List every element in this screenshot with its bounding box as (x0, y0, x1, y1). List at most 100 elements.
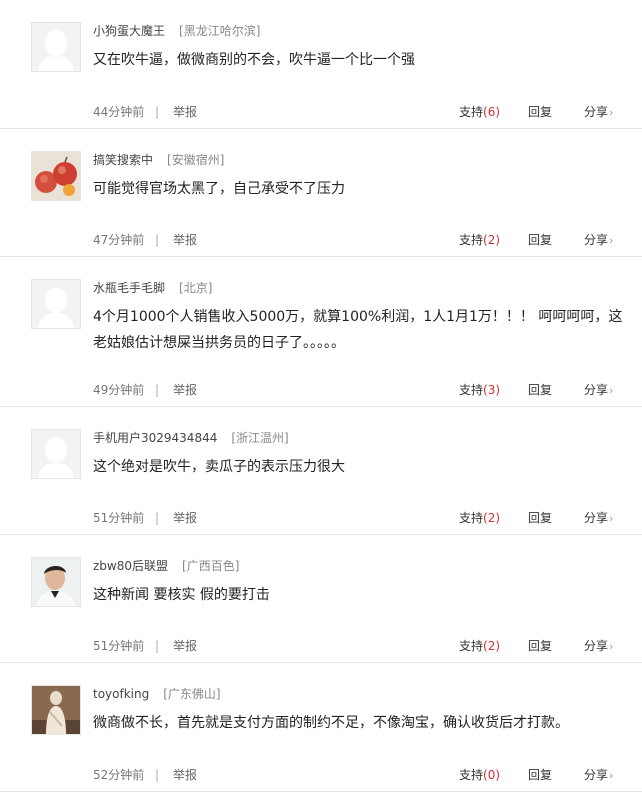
share-label: 分享 (584, 233, 609, 247)
comment-text: 可能觉得官场太黑了，自己承受不了压力 (93, 181, 345, 197)
comment-footer: 44分钟前 | 举报 支持(6) 回复 分享› (93, 104, 616, 120)
comment-time: 47分钟前 (93, 233, 145, 247)
share-label: 分享 (584, 639, 609, 653)
support-count: (2) (483, 511, 501, 525)
user-location: [安徽宿州] (167, 153, 225, 167)
support-button[interactable]: 支持(2) (459, 510, 500, 526)
support-button[interactable]: 支持(0) (459, 767, 500, 783)
support-label: 支持 (459, 105, 484, 119)
comment-item: 手机用户3029434844 [浙江温州] 这个绝对是吹牛，卖瓜子的表示压力很大 … (0, 407, 642, 535)
reply-button[interactable]: 回复 (528, 510, 552, 526)
support-label: 支持 (459, 383, 484, 397)
comment-meta: 搞笑搜索中 [安徽宿州] (93, 152, 224, 168)
username[interactable]: 手机用户3029434844 (93, 431, 217, 445)
default-avatar-icon[interactable] (31, 429, 81, 479)
share-button[interactable]: 分享› (584, 382, 613, 399)
chevron-right-icon: › (609, 512, 614, 525)
separator: | (155, 233, 160, 247)
support-count: (2) (483, 639, 501, 653)
comment-item: 搞笑搜索中 [安徽宿州] 可能觉得官场太黑了，自己承受不了压力 47分钟前 | 举… (0, 129, 642, 257)
chevron-right-icon: › (609, 384, 614, 397)
report-link[interactable]: 举报 (173, 638, 197, 654)
support-count: (6) (483, 105, 501, 119)
comment-time: 49分钟前 (93, 383, 145, 397)
user-location: [浙江温州] (231, 431, 289, 445)
support-count: (0) (483, 768, 501, 782)
chevron-right-icon: › (609, 640, 614, 653)
chevron-right-icon: › (609, 106, 614, 119)
report-link[interactable]: 举报 (173, 510, 197, 526)
comment-meta: toyofking [广东佛山] (93, 686, 221, 702)
report-link[interactable]: 举报 (173, 104, 197, 120)
share-label: 分享 (584, 105, 609, 119)
comment-item: 小狗蛋大魔王 [黑龙江哈尔滨] 又在吹牛逼，做微商别的不会，吹牛逼一个比一个强 4… (0, 0, 642, 129)
support-button[interactable]: 支持(2) (459, 638, 500, 654)
comment-footer: 51分钟前 | 举报 支持(2) 回复 分享› (93, 638, 616, 654)
apples-avatar[interactable] (31, 151, 81, 201)
comment-item: 水瓶毛手毛脚 [北京] 4个月1000个人销售收入5000万，就算100%利润，1… (0, 257, 642, 407)
share-button[interactable]: 分享› (584, 104, 613, 121)
comment-text: 4个月1000个人销售收入5000万，就算100%利润，1人1月1万！！！ 呵呵… (93, 309, 623, 351)
share-label: 分享 (584, 768, 609, 782)
reply-button[interactable]: 回复 (528, 638, 552, 654)
chevron-right-icon: › (609, 234, 614, 247)
comment-time: 44分钟前 (93, 105, 145, 119)
comment-text: 这个绝对是吹牛，卖瓜子的表示压力很大 (93, 459, 345, 475)
statue-avatar[interactable] (31, 685, 81, 735)
comment-text: 这种新闻 要核实 假的要打击 (93, 587, 270, 603)
comment-meta: zbw80后联盟 [广西百色] (93, 558, 239, 574)
share-button[interactable]: 分享› (584, 510, 613, 527)
support-count: (3) (483, 383, 501, 397)
reply-button[interactable]: 回复 (528, 104, 552, 120)
comment-time: 51分钟前 (93, 639, 145, 653)
separator: | (155, 105, 160, 119)
support-button[interactable]: 支持(2) (459, 232, 500, 248)
username[interactable]: 搞笑搜索中 (93, 153, 153, 167)
support-label: 支持 (459, 768, 484, 782)
support-label: 支持 (459, 639, 484, 653)
share-button[interactable]: 分享› (584, 638, 613, 655)
report-link[interactable]: 举报 (173, 382, 197, 398)
comment-item: toyofking [广东佛山] 微商做不长，首先就是支付方面的制约不足，不像淘宝… (0, 663, 642, 792)
share-label: 分享 (584, 383, 609, 397)
share-label: 分享 (584, 511, 609, 525)
comment-footer: 51分钟前 | 举报 支持(2) 回复 分享› (93, 510, 616, 526)
report-link[interactable]: 举报 (173, 232, 197, 248)
chevron-right-icon: › (609, 769, 614, 782)
user-location: [广西百色] (182, 559, 240, 573)
comment-meta: 手机用户3029434844 [浙江温州] (93, 430, 289, 446)
separator: | (155, 639, 160, 653)
comment-footer: 47分钟前 | 举报 支持(2) 回复 分享› (93, 232, 616, 248)
share-button[interactable]: 分享› (584, 232, 613, 249)
comment-text: 又在吹牛逼，做微商别的不会，吹牛逼一个比一个强 (93, 52, 415, 68)
user-location: [广东佛山] (163, 687, 221, 701)
separator: | (155, 768, 160, 782)
user-location: [黑龙江哈尔滨] (179, 24, 261, 38)
support-label: 支持 (459, 511, 484, 525)
comment-meta: 小狗蛋大魔王 [黑龙江哈尔滨] (93, 23, 260, 39)
comment-footer: 52分钟前 | 举报 支持(0) 回复 分享› (93, 767, 616, 783)
separator: | (155, 383, 160, 397)
share-button[interactable]: 分享› (584, 767, 613, 784)
username[interactable]: zbw80后联盟 (93, 559, 168, 573)
default-avatar-icon[interactable] (31, 279, 81, 329)
support-button[interactable]: 支持(3) (459, 382, 500, 398)
man-avatar[interactable] (31, 557, 81, 607)
reply-button[interactable]: 回复 (528, 767, 552, 783)
comment-item: zbw80后联盟 [广西百色] 这种新闻 要核实 假的要打击 51分钟前 | 举报… (0, 535, 642, 663)
support-button[interactable]: 支持(6) (459, 104, 500, 120)
comment-footer: 49分钟前 | 举报 支持(3) 回复 分享› (93, 382, 616, 398)
reply-button[interactable]: 回复 (528, 232, 552, 248)
reply-button[interactable]: 回复 (528, 382, 552, 398)
comment-meta: 水瓶毛手毛脚 [北京] (93, 280, 212, 296)
separator: | (155, 511, 160, 525)
default-avatar-icon[interactable] (31, 22, 81, 72)
report-link[interactable]: 举报 (173, 767, 197, 783)
user-location: [北京] (179, 281, 213, 295)
username[interactable]: 水瓶毛手毛脚 (93, 281, 165, 295)
username[interactable]: toyofking (93, 687, 149, 701)
comment-list: 小狗蛋大魔王 [黑龙江哈尔滨] 又在吹牛逼，做微商别的不会，吹牛逼一个比一个强 4… (0, 0, 642, 792)
comment-time: 52分钟前 (93, 768, 145, 782)
support-label: 支持 (459, 233, 484, 247)
username[interactable]: 小狗蛋大魔王 (93, 24, 165, 38)
